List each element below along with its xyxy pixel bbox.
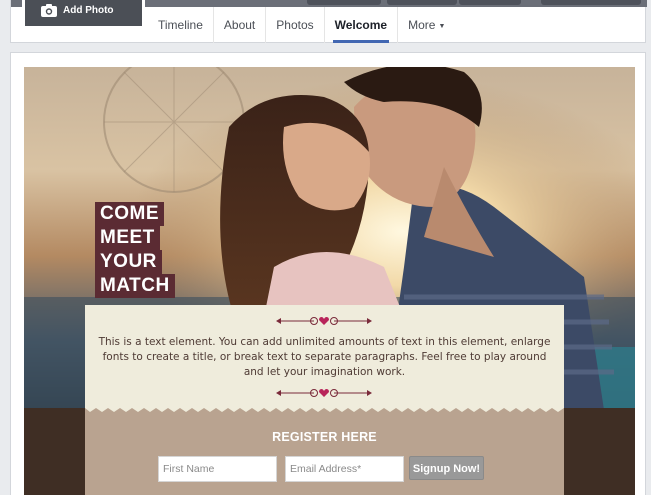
headline-line: MEET bbox=[95, 226, 160, 250]
tab-photos[interactable]: Photos bbox=[266, 7, 325, 43]
tab-timeline[interactable]: Timeline bbox=[148, 7, 214, 43]
chevron-down-icon: ▼ bbox=[438, 23, 446, 30]
add-photo-label: Add Photo bbox=[63, 5, 114, 16]
camera-icon bbox=[41, 4, 57, 17]
profile-picture[interactable]: Add Photo bbox=[22, 0, 145, 29]
headline-line: COME bbox=[95, 202, 164, 226]
email-field[interactable]: Email Address* bbox=[285, 456, 404, 482]
tab-welcome[interactable]: Welcome bbox=[325, 7, 399, 43]
tab-label: More bbox=[408, 18, 436, 32]
tab-about[interactable]: About bbox=[214, 7, 267, 43]
heart-divider-icon bbox=[276, 389, 372, 397]
first-name-field[interactable]: First Name bbox=[158, 456, 277, 482]
headline-line: MATCH bbox=[95, 274, 175, 298]
tab-more[interactable]: More ▼ bbox=[398, 7, 455, 43]
tab-label: Welcome bbox=[334, 18, 388, 32]
profile-header: Add Photo Timeline About Photos Welcome … bbox=[10, 0, 647, 43]
tab-label: Timeline bbox=[158, 18, 203, 32]
headline-line: YOUR bbox=[95, 250, 162, 274]
tab-label: Photos bbox=[276, 18, 314, 32]
signup-button[interactable]: Signup Now! bbox=[409, 456, 484, 480]
register-title: REGISTER HERE bbox=[272, 430, 377, 444]
heart-divider-icon bbox=[276, 317, 372, 325]
zigzag-divider bbox=[85, 404, 564, 412]
register-form: REGISTER HERE First Name Email Address* … bbox=[85, 404, 564, 495]
profile-tabs: Timeline About Photos Welcome More ▼ bbox=[148, 7, 455, 43]
add-photo-button[interactable]: Add Photo bbox=[41, 4, 114, 17]
tab-label: About bbox=[223, 18, 256, 32]
body-text: This is a text element. You can add unli… bbox=[98, 336, 551, 378]
text-element: This is a text element. You can add unli… bbox=[85, 305, 564, 408]
hero-headline: COME MEET YOUR MATCH bbox=[95, 202, 175, 298]
